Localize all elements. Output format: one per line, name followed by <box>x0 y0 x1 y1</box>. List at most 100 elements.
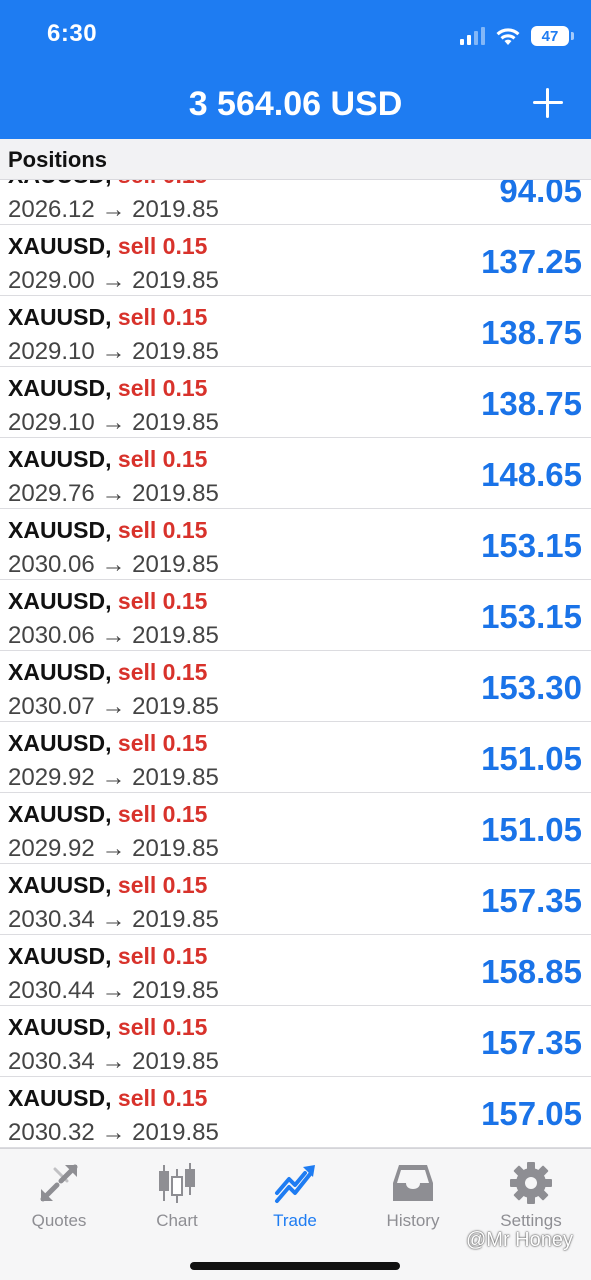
position-prices: 2030.44 → 2019.85 <box>8 977 219 1005</box>
current-price: 2019.85 <box>132 267 219 294</box>
position-title: XAUUSD, sell 0.15 <box>8 517 207 544</box>
add-order-button[interactable] <box>531 86 565 120</box>
position-title: XAUUSD, sell 0.15 <box>8 588 207 615</box>
position-row[interactable]: XAUUSD, sell 0.15 2030.07 → 2019.85 153.… <box>0 651 591 722</box>
position-side: sell 0.15 <box>117 375 208 401</box>
position-side: sell 0.15 <box>117 588 208 614</box>
tab-trade[interactable]: Trade <box>236 1149 354 1239</box>
arrow-icon: → <box>101 480 126 507</box>
wifi-icon <box>496 28 520 45</box>
position-row[interactable]: XAUUSD, sell 0.15 2030.34 → 2019.85 157.… <box>0 1006 591 1077</box>
position-row[interactable]: XAUUSD, sell 0.15 2029.00 → 2019.85 137.… <box>0 225 591 296</box>
tab-chart[interactable]: Chart <box>118 1149 236 1239</box>
position-profit: 153.30 <box>481 669 582 706</box>
position-prices: 2026.12 → 2019.85 <box>8 196 219 224</box>
position-row[interactable]: XAUUSD, sell 0.15 2030.32 → 2019.85 157.… <box>0 1077 591 1148</box>
tab-history[interactable]: History <box>354 1149 472 1239</box>
position-row[interactable]: XAUUSD, sell 0.15 2030.06 → 2019.85 153.… <box>0 509 591 580</box>
cellular-signal-icon <box>460 27 485 45</box>
position-title: XAUUSD, sell 0.15 <box>8 180 207 189</box>
current-price: 2019.85 <box>132 551 219 578</box>
position-prices: 2029.10 → 2019.85 <box>8 409 219 437</box>
position-title: XAUUSD, sell 0.15 <box>8 1014 207 1041</box>
arrow-icon: → <box>101 977 126 1004</box>
candlestick-chart-icon <box>159 1163 195 1203</box>
position-side: sell 0.15 <box>117 233 208 259</box>
position-row[interactable]: XAUUSD, sell 0.15 2026.12 → 2019.85 94.0… <box>0 180 591 225</box>
position-symbol: XAUUSD, <box>8 659 112 685</box>
position-row[interactable]: XAUUSD, sell 0.15 2030.44 → 2019.85 158.… <box>0 935 591 1006</box>
open-price: 2030.44 <box>8 977 95 1004</box>
position-side: sell 0.15 <box>117 1085 208 1111</box>
position-prices: 2030.32 → 2019.85 <box>8 1119 219 1147</box>
tab-quotes[interactable]: Quotes <box>0 1149 118 1239</box>
position-profit: 153.15 <box>481 598 582 635</box>
position-symbol: XAUUSD, <box>8 588 112 614</box>
position-row[interactable]: XAUUSD, sell 0.15 2029.10 → 2019.85 138.… <box>0 296 591 367</box>
arrow-icon: → <box>101 906 126 933</box>
arrow-icon: → <box>101 1048 126 1075</box>
position-symbol: XAUUSD, <box>8 730 112 756</box>
open-price: 2029.10 <box>8 409 95 436</box>
position-symbol: XAUUSD, <box>8 233 112 259</box>
open-price: 2030.34 <box>8 1048 95 1075</box>
position-row[interactable]: XAUUSD, sell 0.15 2029.92 → 2019.85 151.… <box>0 793 591 864</box>
position-row[interactable]: XAUUSD, sell 0.15 2030.34 → 2019.85 157.… <box>0 864 591 935</box>
current-price: 2019.85 <box>132 764 219 791</box>
top-bar: 6:30 47 3 564.06 USD <box>0 0 591 139</box>
position-title: XAUUSD, sell 0.15 <box>8 446 207 473</box>
position-side: sell 0.15 <box>117 517 208 543</box>
tab-settings[interactable]: Settings <box>472 1149 590 1239</box>
position-title: XAUUSD, sell 0.15 <box>8 943 207 970</box>
current-price: 2019.85 <box>132 835 219 862</box>
position-side: sell 0.15 <box>117 446 208 472</box>
position-title: XAUUSD, sell 0.15 <box>8 872 207 899</box>
tab-label: Settings <box>500 1211 562 1230</box>
position-side: sell 0.15 <box>117 943 208 969</box>
position-side: sell 0.15 <box>117 1014 208 1040</box>
home-indicator <box>190 1262 400 1270</box>
arrow-icon: → <box>101 622 126 649</box>
position-profit: 151.05 <box>481 740 582 777</box>
position-prices: 2029.10 → 2019.85 <box>8 338 219 366</box>
position-side: sell 0.15 <box>117 872 208 898</box>
arrow-icon: → <box>101 764 126 791</box>
position-side: sell 0.15 <box>117 659 208 685</box>
current-price: 2019.85 <box>132 693 219 720</box>
arrow-icon: → <box>101 196 126 223</box>
position-prices: 2029.76 → 2019.85 <box>8 480 219 508</box>
tab-label: Trade <box>273 1211 317 1230</box>
tab-label: Quotes <box>31 1211 87 1230</box>
position-prices: 2030.06 → 2019.85 <box>8 551 219 579</box>
position-symbol: XAUUSD, <box>8 517 112 543</box>
position-row[interactable]: XAUUSD, sell 0.15 2030.06 → 2019.85 153.… <box>0 580 591 651</box>
open-price: 2029.76 <box>8 480 95 507</box>
watermark: @Mr Honey <box>466 1229 573 1251</box>
position-profit: 138.75 <box>481 385 582 422</box>
position-profit: 138.75 <box>481 314 582 351</box>
trade-trend-icon <box>275 1165 315 1203</box>
position-profit: 153.15 <box>481 527 582 564</box>
arrow-icon: → <box>101 409 126 436</box>
position-title: XAUUSD, sell 0.15 <box>8 304 207 331</box>
current-price: 2019.85 <box>132 480 219 507</box>
position-symbol: XAUUSD, <box>8 1014 112 1040</box>
open-price: 2029.92 <box>8 835 95 862</box>
position-profit: 158.85 <box>481 953 582 990</box>
current-price: 2019.85 <box>132 338 219 365</box>
position-row[interactable]: XAUUSD, sell 0.15 2029.76 → 2019.85 148.… <box>0 438 591 509</box>
position-row[interactable]: XAUUSD, sell 0.15 2029.10 → 2019.85 138.… <box>0 367 591 438</box>
position-prices: 2029.92 → 2019.85 <box>8 835 219 863</box>
status-time: 6:30 <box>47 20 98 47</box>
position-prices: 2030.07 → 2019.85 <box>8 693 219 721</box>
status-icons: 47 <box>460 23 574 49</box>
position-row[interactable]: XAUUSD, sell 0.15 2029.92 → 2019.85 151.… <box>0 722 591 793</box>
open-price: 2030.34 <box>8 906 95 933</box>
position-profit: 157.05 <box>481 1095 582 1132</box>
current-price: 2019.85 <box>132 196 219 223</box>
position-side: sell 0.15 <box>118 180 208 188</box>
inbox-tray-icon <box>393 1165 433 1201</box>
position-profit: 157.35 <box>481 882 582 919</box>
position-prices: 2029.92 → 2019.85 <box>8 764 219 792</box>
positions-list[interactable]: XAUUSD, sell 0.15 2026.12 → 2019.85 94.0… <box>0 180 591 1148</box>
